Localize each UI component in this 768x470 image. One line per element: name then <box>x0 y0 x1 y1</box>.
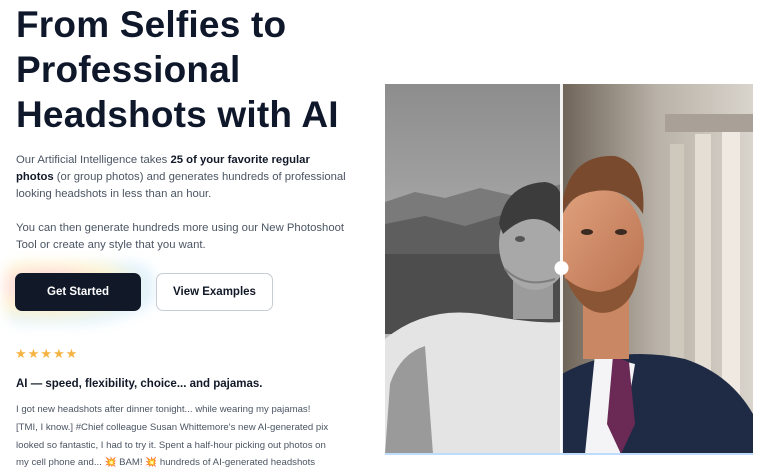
before-after-comparison[interactable] <box>385 84 753 454</box>
view-examples-button[interactable]: View Examples <box>156 273 273 311</box>
description-text-end: (or group photos) and generates hundreds… <box>16 171 346 200</box>
hero-title: From Selfies to Professional Headshots w… <box>16 4 339 135</box>
star-icon: ★ <box>15 346 27 361</box>
review-text-line: looked so fantastic, I had to try it. Sp… <box>16 440 326 451</box>
star-icon: ★ <box>52 346 65 361</box>
star-icon: ★ <box>27 346 40 361</box>
get-started-button[interactable]: Get Started <box>15 273 141 311</box>
photo-accent-border <box>385 453 753 455</box>
description-paragraph-1: Our Artificial Intelligence takes 25 of … <box>16 152 346 203</box>
description-text: Our Artificial Intelligence takes <box>16 154 171 166</box>
review-text-line: I got new headshots after dinner tonight… <box>16 404 311 415</box>
after-headshot-image <box>562 84 753 454</box>
review-text-line: [TMI, I know.] #Chief colleague Susan Wh… <box>16 422 329 433</box>
comparison-slider-handle[interactable] <box>554 261 569 275</box>
star-icon: ★ <box>65 346 78 361</box>
before-selfie-image <box>385 84 562 454</box>
star-rating: ★ ★ ★ ★ ★ <box>15 347 77 361</box>
star-icon: ★ <box>40 346 52 361</box>
description-paragraph-2: You can then generate hundreds more usin… <box>16 222 345 251</box>
review-text-line: my cell phone and... 💥 BAM! 💥 hundreds o… <box>16 457 316 468</box>
review-title: AI — speed, flexibility, choice... and p… <box>16 378 263 390</box>
